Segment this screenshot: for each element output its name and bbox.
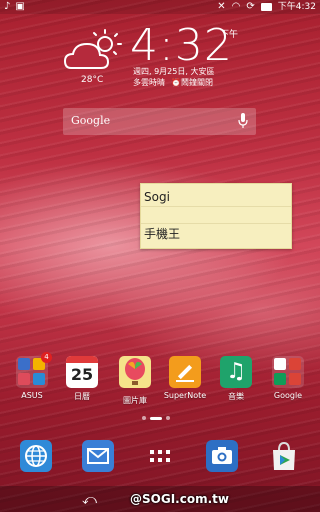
app-google-folder[interactable]: Google bbox=[266, 356, 310, 400]
temperature: 28°C bbox=[81, 75, 104, 85]
all-apps-button[interactable] bbox=[144, 440, 176, 472]
browser-app[interactable] bbox=[20, 440, 52, 472]
asus-folder-icon: 4 bbox=[16, 352, 52, 388]
note-line-3: 手機王 bbox=[144, 227, 181, 241]
note-line-2 bbox=[141, 207, 291, 224]
alarm-icon: ⏰ bbox=[171, 78, 181, 87]
sticky-note-widget[interactable]: Sogi 手機王 bbox=[140, 183, 292, 249]
alarm-status: ⏰鬧鐘關閉 bbox=[171, 78, 213, 87]
camera-icon bbox=[212, 447, 232, 464]
watermark: @SOGI.com.tw bbox=[130, 492, 229, 506]
apps-grid-icon bbox=[150, 450, 170, 462]
google-search-bar[interactable]: Google bbox=[63, 108, 256, 135]
envelope-icon bbox=[87, 448, 109, 464]
email-app[interactable] bbox=[82, 440, 114, 472]
hot-air-balloon-icon bbox=[119, 356, 151, 388]
note-line-1: Sogi bbox=[141, 184, 291, 207]
notification-badge: 4 bbox=[41, 352, 52, 363]
ampm-label: 下午 bbox=[220, 30, 239, 40]
calendar-icon: 25 bbox=[66, 356, 98, 388]
wifi-icon: ◠ bbox=[231, 1, 241, 12]
page-indicator bbox=[142, 416, 170, 420]
app-calendar[interactable]: 25 日曆 bbox=[60, 356, 104, 402]
microphone-icon[interactable] bbox=[238, 113, 248, 130]
clock-time: 4:32 bbox=[130, 20, 233, 71]
app-supernote[interactable]: SuperNote bbox=[163, 356, 207, 400]
app-label: 圖片庫 bbox=[123, 396, 147, 405]
mute-icon: ✕ bbox=[217, 1, 226, 12]
app-label: Google bbox=[273, 391, 303, 400]
camera-app[interactable] bbox=[206, 440, 238, 472]
app-label: ASUS bbox=[21, 391, 43, 400]
google-logo-text: Google bbox=[71, 114, 111, 127]
partly-cloudy-icon bbox=[63, 29, 122, 69]
play-store-app[interactable] bbox=[268, 440, 300, 472]
music-note-icon: ♫ bbox=[220, 356, 252, 388]
back-icon[interactable]: ⤺ bbox=[82, 492, 97, 508]
page-dot bbox=[142, 416, 146, 420]
app-asus[interactable]: 4 ASUS bbox=[10, 352, 54, 400]
music-note-icon: ♪ bbox=[4, 1, 11, 12]
date-location: 週四, 9月25日, 大安區 bbox=[133, 67, 215, 76]
page-dot-active bbox=[150, 416, 162, 420]
pencil-note-icon bbox=[169, 356, 201, 388]
app-label: 日曆 bbox=[74, 392, 90, 401]
app-label: 音樂 bbox=[228, 392, 244, 401]
battery-icon bbox=[260, 3, 272, 11]
sync-icon: ⟳ bbox=[246, 1, 255, 12]
status-time: 下午4:32 bbox=[277, 2, 316, 12]
app-music[interactable]: ♫ 音樂 bbox=[214, 356, 258, 402]
app-gallery[interactable]: 圖片庫 bbox=[113, 356, 157, 406]
image-icon: ▣ bbox=[15, 1, 25, 12]
page-dot bbox=[166, 416, 170, 420]
play-store-bag-icon bbox=[273, 441, 295, 470]
weather-description: 多雲時晴 bbox=[133, 78, 165, 87]
globe-icon bbox=[25, 445, 47, 467]
app-label: SuperNote bbox=[163, 391, 207, 400]
google-folder-icon bbox=[272, 356, 304, 388]
status-bar: ♪ ▣ ✕ ◠ ⟳ 下午4:32 bbox=[0, 0, 320, 14]
